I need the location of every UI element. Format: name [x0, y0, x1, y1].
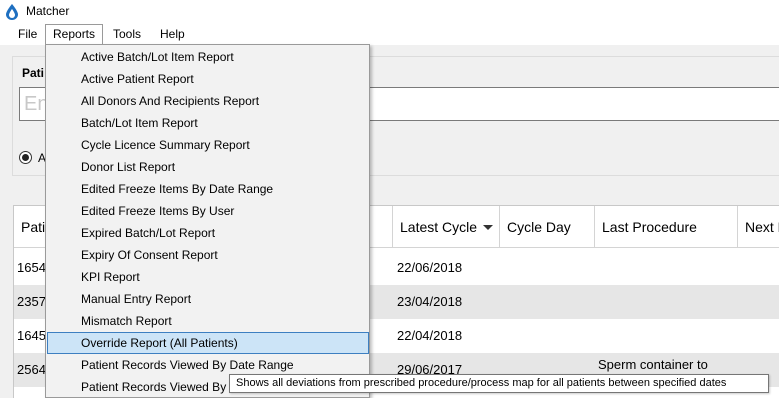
menu-item-donor-list-report[interactable]: Donor List Report: [47, 156, 368, 178]
menu-item-cycle-licence-summary-report[interactable]: Cycle Licence Summary Report: [47, 134, 368, 156]
filter-radio[interactable]: [19, 151, 32, 164]
cell-patient-id: 1654: [17, 260, 46, 275]
menu-item-patient-records-viewed-by-date-range[interactable]: Patient Records Viewed By Date Range: [47, 354, 368, 376]
reports-dropdown-menu: Active Batch/Lot Item Report Active Pati…: [45, 44, 370, 398]
menu-item-edited-freeze-items-by-user[interactable]: Edited Freeze Items By User: [47, 200, 368, 222]
cell-latest-cycle: 22/06/2018: [397, 260, 463, 275]
menu-item-kpi-report[interactable]: KPI Report: [47, 266, 368, 288]
cell-latest-cycle: 22/04/2018: [397, 328, 463, 343]
col-header-next[interactable]: Next E: [738, 206, 779, 248]
menu-item-expiry-of-consent-report[interactable]: Expiry Of Consent Report: [47, 244, 368, 266]
menu-help[interactable]: Help: [153, 24, 192, 45]
menu-item-edited-freeze-items-by-date-range[interactable]: Edited Freeze Items By Date Range: [47, 178, 368, 200]
filter-panel-label: Pati: [22, 66, 45, 80]
menu-file[interactable]: File: [11, 24, 44, 45]
cell-patient-id: 1645: [17, 328, 46, 343]
col-header-latest-cycle[interactable]: Latest Cycle: [393, 206, 500, 248]
cell-patient-id: 2564: [17, 362, 46, 377]
menu-item-active-batch-lot-item-report[interactable]: Active Batch/Lot Item Report: [47, 46, 368, 68]
cell-patient-id: 2357: [17, 294, 46, 309]
menu-item-all-donors-and-recipients-report[interactable]: All Donors And Recipients Report: [47, 90, 368, 112]
menu-item-batch-lot-item-report[interactable]: Batch/Lot Item Report: [47, 112, 368, 134]
app-drop-icon: [6, 4, 18, 20]
menu-item-active-patient-report[interactable]: Active Patient Report: [47, 68, 368, 90]
col-header-last-procedure[interactable]: Last Procedure: [595, 206, 738, 248]
menu-item-expired-batch-lot-report[interactable]: Expired Batch/Lot Report: [47, 222, 368, 244]
menu-item-override-report-all-patients[interactable]: Override Report (All Patients): [47, 332, 369, 354]
window-title: Matcher: [26, 4, 70, 18]
menu-reports[interactable]: Reports: [45, 24, 104, 45]
col-header-cycle-day[interactable]: Cycle Day: [500, 206, 595, 248]
menu-item-mismatch-report[interactable]: Mismatch Report: [47, 310, 368, 332]
menu-item-tooltip: Shows all deviations from prescribed pro…: [229, 374, 769, 393]
menu-bar: File Reports Tools Help: [0, 24, 779, 45]
col-header-latest-cycle-label: Latest Cycle: [400, 219, 478, 235]
menu-item-manual-entry-report[interactable]: Manual Entry Report: [47, 288, 368, 310]
menu-tools[interactable]: Tools: [106, 24, 148, 45]
cell-latest-cycle: 23/04/2018: [397, 294, 463, 309]
sort-descending-icon: [483, 225, 493, 230]
title-bar: Matcher: [0, 0, 779, 24]
